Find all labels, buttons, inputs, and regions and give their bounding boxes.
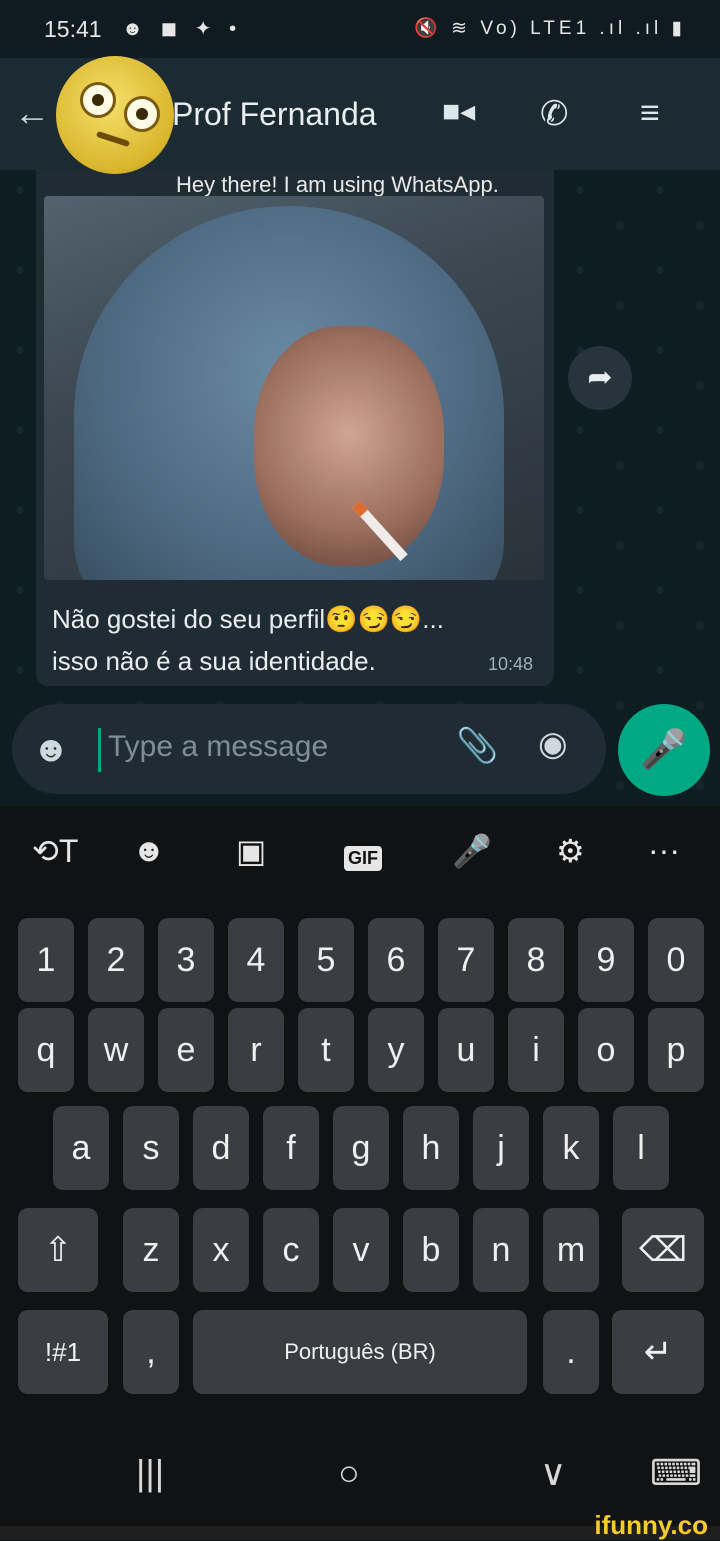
key-v[interactable]: v <box>333 1208 389 1292</box>
camera-icon[interactable]: ◉ <box>538 724 568 764</box>
sticker-icon[interactable]: ▣ <box>236 832 266 870</box>
key-g[interactable]: g <box>333 1106 389 1190</box>
enter-key[interactable]: ↵ <box>612 1310 704 1394</box>
key-m[interactable]: m <box>543 1208 599 1292</box>
key-l[interactable]: l <box>613 1106 669 1190</box>
key-k[interactable]: k <box>543 1106 599 1190</box>
contact-name[interactable]: Prof Fernanda <box>172 96 377 133</box>
comma-key[interactable]: , <box>123 1310 179 1394</box>
message-bubble[interactable]: Hey there! I am using WhatsApp. Não gost… <box>36 170 554 686</box>
back-arrow-icon[interactable]: ← <box>14 92 50 134</box>
key-c[interactable]: c <box>263 1208 319 1292</box>
status-bar: 15:41 ☻ ◼ ✦ • 🔇 ≋ Vo) LTE1 .ıl .ıl ▮ <box>0 0 720 58</box>
system-icons: 🔇 ≋ Vo) LTE1 .ıl .ıl ▮ <box>414 18 686 39</box>
emoji-keyboard-icon[interactable]: ☻ <box>132 832 166 869</box>
mic-button[interactable]: 🎤 <box>618 704 710 796</box>
key-2[interactable]: 2 <box>88 918 144 1002</box>
key-b[interactable]: b <box>403 1208 459 1292</box>
key-n[interactable]: n <box>473 1208 529 1292</box>
message-input[interactable]: Type a message <box>108 730 328 764</box>
keyboard-switch-icon[interactable]: ⌨ <box>650 1452 702 1494</box>
emoji-icon[interactable]: ☻ <box>32 728 70 770</box>
key-8[interactable]: 8 <box>508 918 564 1002</box>
message-line-1: Não gostei do seu perfil🤨😏😏... <box>52 604 444 634</box>
settings-icon[interactable]: ⚙ <box>556 832 585 870</box>
key-t[interactable]: t <box>298 1008 354 1092</box>
message-timestamp: 10:48 <box>488 654 534 674</box>
text-caret <box>98 728 101 772</box>
key-3[interactable]: 3 <box>158 918 214 1002</box>
message-text: Não gostei do seu perfil🤨😏😏... isso não … <box>52 598 522 682</box>
key-r[interactable]: r <box>228 1008 284 1092</box>
recent-apps-icon[interactable]: ||| <box>136 1452 164 1494</box>
video-call-icon[interactable]: ■◂ <box>442 94 475 129</box>
message-input-bar[interactable]: ☻ Type a message 📎 ◉ <box>12 704 606 794</box>
watermark-bar: ifunny.co <box>0 1510 720 1540</box>
key-z[interactable]: z <box>123 1208 179 1292</box>
nav-back-icon[interactable]: ∨ <box>540 1452 566 1494</box>
status-caption: Hey there! I am using WhatsApp. <box>176 172 499 197</box>
key-7[interactable]: 7 <box>438 918 494 1002</box>
key-j[interactable]: j <box>473 1106 529 1190</box>
backspace-key[interactable]: ⌫ <box>622 1208 704 1292</box>
key-s[interactable]: s <box>123 1106 179 1190</box>
more-icon[interactable]: ··· <box>648 832 680 869</box>
home-icon[interactable]: ○ <box>338 1452 360 1494</box>
ifunny-watermark: ifunny.co <box>594 1510 708 1540</box>
phone-call-icon[interactable]: ✆ <box>540 94 569 134</box>
key-w[interactable]: w <box>88 1008 144 1092</box>
voice-input-icon[interactable]: 🎤 <box>452 832 492 870</box>
key-x[interactable]: x <box>193 1208 249 1292</box>
translate-icon[interactable]: ⟲T <box>32 832 78 870</box>
key-9[interactable]: 9 <box>578 918 634 1002</box>
key-a[interactable]: a <box>53 1106 109 1190</box>
spacebar[interactable]: Português (BR) <box>193 1310 527 1394</box>
key-u[interactable]: u <box>438 1008 494 1092</box>
key-y[interactable]: y <box>368 1008 424 1092</box>
key-p[interactable]: p <box>648 1008 704 1092</box>
notification-icons: ☻ ◼ ✦ • <box>122 18 243 40</box>
forward-icon[interactable]: ➦ <box>568 346 632 410</box>
menu-icon[interactable]: ≡ <box>640 94 660 133</box>
key-0[interactable]: 0 <box>648 918 704 1002</box>
key-4[interactable]: 4 <box>228 918 284 1002</box>
contact-avatar-emoji[interactable] <box>56 56 174 174</box>
key-i[interactable]: i <box>508 1008 564 1092</box>
gif-icon[interactable]: GIF <box>344 846 382 871</box>
status-time: 15:41 <box>44 16 102 42</box>
key-o[interactable]: o <box>578 1008 634 1092</box>
key-q[interactable]: q <box>18 1008 74 1092</box>
symbols-key[interactable]: !#1 <box>18 1310 108 1394</box>
key-6[interactable]: 6 <box>368 918 424 1002</box>
message-line-2: isso não é a sua identidade. <box>52 646 376 676</box>
attach-icon[interactable]: 📎 <box>456 726 498 766</box>
key-e[interactable]: e <box>158 1008 214 1092</box>
key-d[interactable]: d <box>193 1106 249 1190</box>
profile-photo-screenshot <box>44 196 544 580</box>
key-f[interactable]: f <box>263 1106 319 1190</box>
period-key[interactable]: . <box>543 1310 599 1394</box>
key-h[interactable]: h <box>403 1106 459 1190</box>
shift-key[interactable]: ⇧ <box>18 1208 98 1292</box>
key-5[interactable]: 5 <box>298 918 354 1002</box>
key-1[interactable]: 1 <box>18 918 74 1002</box>
